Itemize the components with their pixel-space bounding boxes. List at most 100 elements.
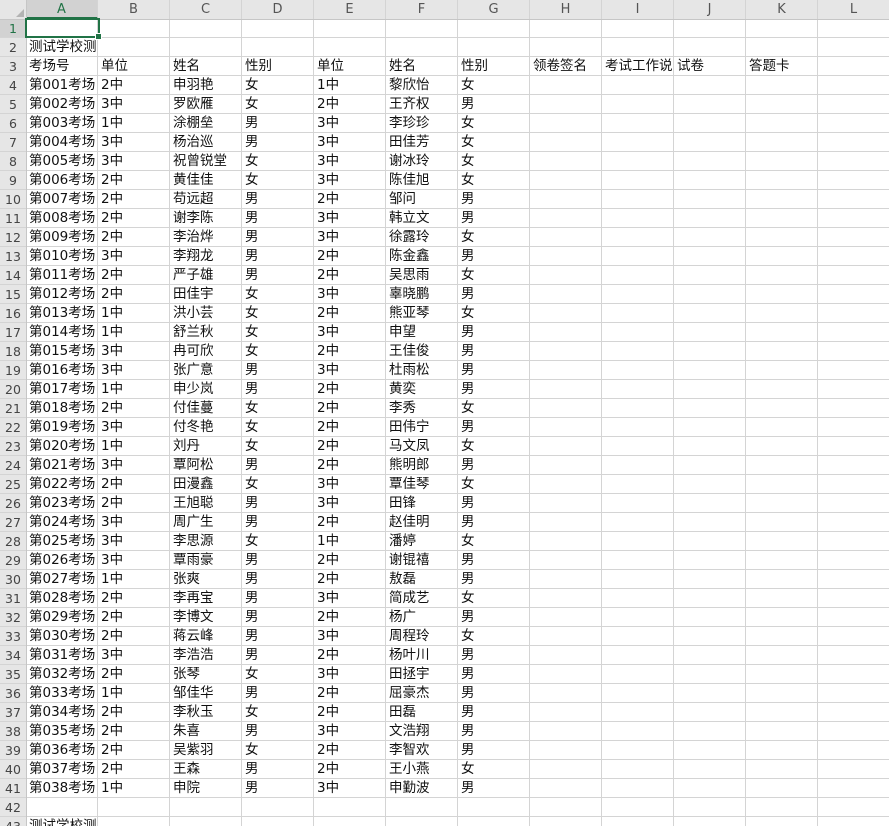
cell-d8[interactable]: 女 [242, 152, 314, 171]
row-header-25[interactable]: 25 [0, 475, 26, 494]
cell-b21[interactable]: 2中 [98, 399, 170, 418]
cell-b37[interactable]: 2中 [98, 703, 170, 722]
cell-c31[interactable]: 李再宝 [170, 589, 242, 608]
row-header-5[interactable]: 5 [0, 95, 26, 114]
cell-f40[interactable]: 王小燕 [386, 760, 458, 779]
cell-b7[interactable]: 3中 [98, 133, 170, 152]
cell-a6[interactable]: 第003考场 [26, 114, 98, 133]
row-header-11[interactable]: 11 [0, 209, 26, 228]
cell-c6[interactable]: 涂棚垒 [170, 114, 242, 133]
cell-e38[interactable]: 3中 [314, 722, 386, 741]
cell-d3[interactable]: 性别 [242, 57, 314, 76]
cell-c4[interactable]: 申羽艳 [170, 76, 242, 95]
row-header-24[interactable]: 24 [0, 456, 26, 475]
cell-c16[interactable]: 洪小芸 [170, 304, 242, 323]
cell-a13[interactable]: 第010考场 [26, 247, 98, 266]
cell-g22[interactable]: 男 [458, 418, 530, 437]
cell-d26[interactable]: 男 [242, 494, 314, 513]
cell-e32[interactable]: 2中 [314, 608, 386, 627]
cell-g34[interactable]: 男 [458, 646, 530, 665]
cell-f30[interactable]: 敖磊 [386, 570, 458, 589]
column-header-b[interactable]: B [98, 0, 170, 19]
cell-g17[interactable]: 男 [458, 323, 530, 342]
cell-g29[interactable]: 男 [458, 551, 530, 570]
cell-b3[interactable]: 单位 [98, 57, 170, 76]
cell-c20[interactable]: 申少岚 [170, 380, 242, 399]
column-header-h[interactable]: H [530, 0, 602, 19]
cell-a9[interactable]: 第006考场 [26, 171, 98, 190]
cell-f19[interactable]: 杜雨松 [386, 361, 458, 380]
row-header-13[interactable]: 13 [0, 247, 26, 266]
cell-d15[interactable]: 女 [242, 285, 314, 304]
cell-a16[interactable]: 第013考场 [26, 304, 98, 323]
cell-b10[interactable]: 2中 [98, 190, 170, 209]
cell-a3[interactable]: 考场号 [26, 57, 98, 76]
cell-e39[interactable]: 2中 [314, 741, 386, 760]
cell-a4[interactable]: 第001考场 [26, 76, 98, 95]
row-header-37[interactable]: 37 [0, 703, 26, 722]
column-header-g[interactable]: G [458, 0, 530, 19]
cell-f23[interactable]: 马文凤 [386, 437, 458, 456]
spreadsheet[interactable]: 测试学校测 考场号 单位 姓名 性别 单位 姓名 性别 领卷签名 考试工作说 试卷 答题卡 第001考场… [0, 0, 889, 826]
cell-f31[interactable]: 简成艺 [386, 589, 458, 608]
cell-g41[interactable]: 男 [458, 779, 530, 798]
cell-d4[interactable]: 女 [242, 76, 314, 95]
cell-d10[interactable]: 男 [242, 190, 314, 209]
cell-f16[interactable]: 熊亚琴 [386, 304, 458, 323]
cell-c36[interactable]: 邹佳华 [170, 684, 242, 703]
cell-b12[interactable]: 2中 [98, 228, 170, 247]
row-header-20[interactable]: 20 [0, 380, 26, 399]
cell-d22[interactable]: 女 [242, 418, 314, 437]
cell-a31[interactable]: 第028考场 [26, 589, 98, 608]
cell-a2[interactable]: 测试学校测 [26, 38, 98, 57]
row-header-12[interactable]: 12 [0, 228, 26, 247]
cell-g14[interactable]: 女 [458, 266, 530, 285]
cell-a11[interactable]: 第008考场 [26, 209, 98, 228]
row-header-43[interactable]: 43 [0, 817, 26, 826]
cell-d23[interactable]: 女 [242, 437, 314, 456]
row-header-35[interactable]: 35 [0, 665, 26, 684]
cell-b14[interactable]: 2中 [98, 266, 170, 285]
cell-a5[interactable]: 第002考场 [26, 95, 98, 114]
cell-e15[interactable]: 3中 [314, 285, 386, 304]
cell-b35[interactable]: 2中 [98, 665, 170, 684]
cell-a12[interactable]: 第009考场 [26, 228, 98, 247]
cell-c25[interactable]: 田漫鑫 [170, 475, 242, 494]
cell-g25[interactable]: 女 [458, 475, 530, 494]
row-header-8[interactable]: 8 [0, 152, 26, 171]
cell-f37[interactable]: 田磊 [386, 703, 458, 722]
cell-g15[interactable]: 男 [458, 285, 530, 304]
cell-f34[interactable]: 杨叶川 [386, 646, 458, 665]
cell-e34[interactable]: 2中 [314, 646, 386, 665]
cell-e41[interactable]: 3中 [314, 779, 386, 798]
cell-e25[interactable]: 3中 [314, 475, 386, 494]
cell-a20[interactable]: 第017考场 [26, 380, 98, 399]
cell-g5[interactable]: 男 [458, 95, 530, 114]
cell-c41[interactable]: 申院 [170, 779, 242, 798]
column-header-f[interactable]: F [386, 0, 458, 19]
row-header-26[interactable]: 26 [0, 494, 26, 513]
cell-c13[interactable]: 李翔龙 [170, 247, 242, 266]
cell-b23[interactable]: 1中 [98, 437, 170, 456]
cell-b18[interactable]: 3中 [98, 342, 170, 361]
cell-a36[interactable]: 第033考场 [26, 684, 98, 703]
cell-f12[interactable]: 徐露玲 [386, 228, 458, 247]
cell-c18[interactable]: 冉可欣 [170, 342, 242, 361]
cell-f4[interactable]: 黎欣怡 [386, 76, 458, 95]
cell-g37[interactable]: 男 [458, 703, 530, 722]
cell-b24[interactable]: 3中 [98, 456, 170, 475]
cell-g12[interactable]: 女 [458, 228, 530, 247]
cell-c21[interactable]: 付佳蔓 [170, 399, 242, 418]
cell-b20[interactable]: 1中 [98, 380, 170, 399]
cell-a27[interactable]: 第024考场 [26, 513, 98, 532]
cell-d20[interactable]: 男 [242, 380, 314, 399]
cell-g6[interactable]: 女 [458, 114, 530, 133]
cell-g7[interactable]: 女 [458, 133, 530, 152]
row-header-21[interactable]: 21 [0, 399, 26, 418]
cell-i3[interactable]: 考试工作说 [602, 57, 674, 76]
cell-d16[interactable]: 女 [242, 304, 314, 323]
cell-b5[interactable]: 3中 [98, 95, 170, 114]
cell-a39[interactable]: 第036考场 [26, 741, 98, 760]
cell-d38[interactable]: 男 [242, 722, 314, 741]
cell-c8[interactable]: 祝曾锐堂 [170, 152, 242, 171]
